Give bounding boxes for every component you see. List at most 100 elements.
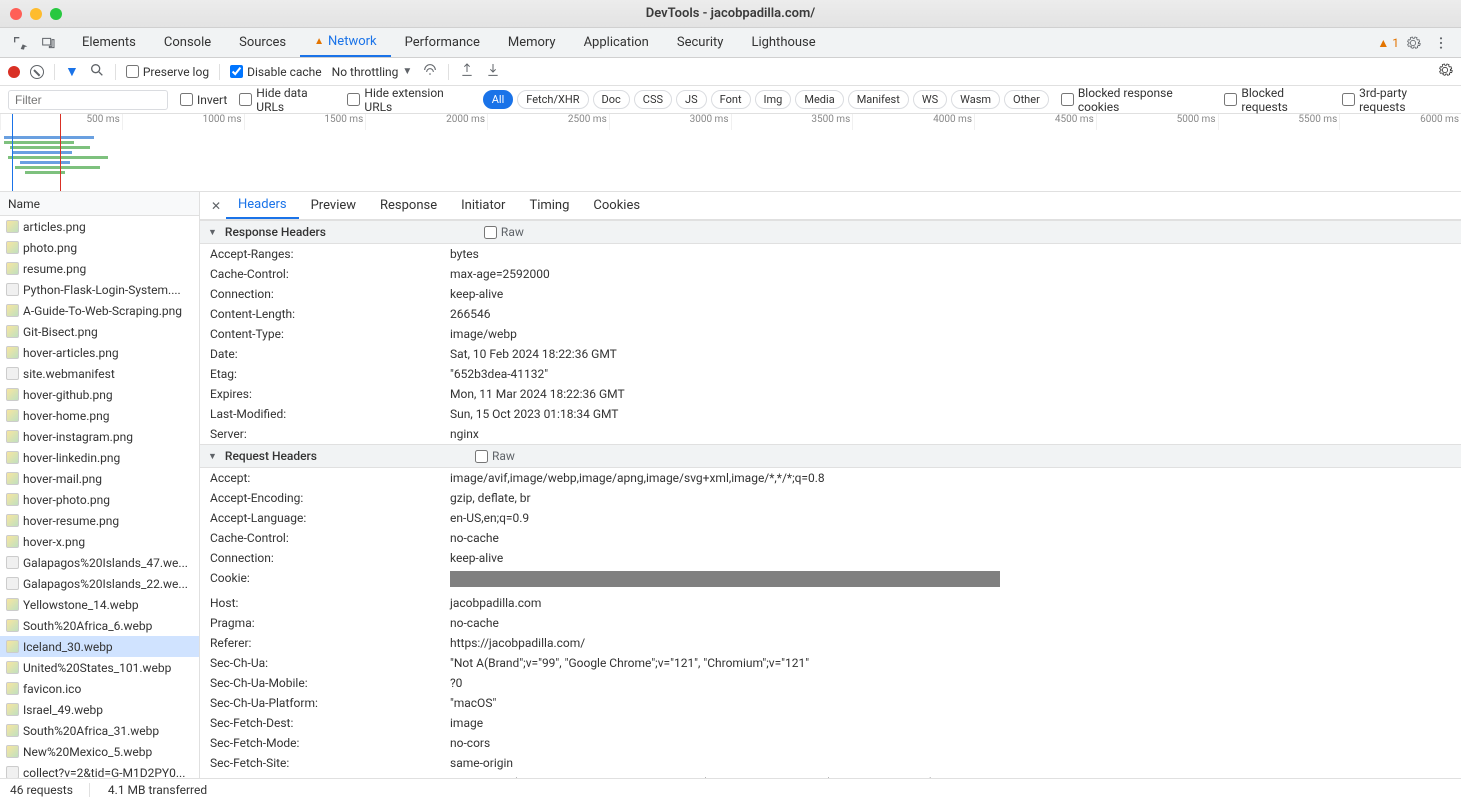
response-raw-checkbox[interactable]: Raw — [484, 225, 524, 239]
tab-performance[interactable]: Performance — [391, 28, 494, 57]
detail-tab-timing[interactable]: Timing — [517, 192, 581, 219]
more-icon[interactable] — [1427, 35, 1455, 51]
response-headers-section[interactable]: ▼ Response Headers Raw — [200, 220, 1461, 244]
request-row[interactable]: articles.png — [0, 216, 199, 237]
pill-fetch[interactable]: Fetch/XHR — [517, 90, 588, 109]
detail-tab-response[interactable]: Response — [368, 192, 449, 219]
pill-media[interactable]: Media — [795, 90, 843, 109]
tab-memory[interactable]: Memory — [494, 28, 570, 57]
tab-elements[interactable]: Elements — [68, 28, 150, 57]
hide-data-urls-checkbox[interactable]: Hide data URLs — [239, 86, 335, 114]
tab-lighthouse[interactable]: Lighthouse — [737, 28, 829, 57]
header-key: Pragma: — [200, 616, 450, 630]
request-row[interactable]: favicon.ico — [0, 678, 199, 699]
third-party-checkbox[interactable]: 3rd-party requests — [1342, 86, 1453, 114]
pill-wasm[interactable]: Wasm — [951, 90, 1000, 109]
header-value: Sun, 15 Oct 2023 01:18:34 GMT — [450, 407, 1461, 421]
request-row[interactable]: South%20Africa_31.webp — [0, 720, 199, 741]
throttling-select[interactable]: No throttling ▼ — [332, 65, 413, 79]
pill-ws[interactable]: WS — [913, 90, 947, 109]
request-row[interactable]: hover-photo.png — [0, 489, 199, 510]
tab-sources[interactable]: Sources — [225, 28, 300, 57]
request-headers-section[interactable]: ▼ Request Headers Raw — [200, 444, 1461, 468]
invert-checkbox[interactable]: Invert — [180, 93, 227, 107]
upload-har-icon[interactable] — [459, 62, 475, 81]
header-row: Last-Modified:Sun, 15 Oct 2023 01:18:34 … — [200, 404, 1461, 424]
preserve-log-checkbox[interactable]: Preserve log — [126, 65, 209, 79]
request-name: hover-articles.png — [23, 346, 119, 360]
download-har-icon[interactable] — [485, 62, 501, 81]
blocked-cookies-checkbox[interactable]: Blocked response cookies — [1061, 86, 1213, 114]
filter-input[interactable] — [8, 90, 168, 110]
request-name: hover-resume.png — [23, 514, 119, 528]
request-row[interactable]: resume.png — [0, 258, 199, 279]
pill-font[interactable]: Font — [711, 90, 751, 109]
request-row[interactable]: Iceland_30.webp — [0, 636, 199, 657]
request-row[interactable]: A-Guide-To-Web-Scraping.png — [0, 300, 199, 321]
device-toolbar-icon[interactable] — [34, 35, 62, 51]
request-row[interactable]: hover-home.png — [0, 405, 199, 426]
disable-cache-checkbox[interactable]: Disable cache — [230, 65, 322, 79]
network-settings-icon[interactable] — [1437, 62, 1453, 81]
tab-network[interactable]: Network — [300, 28, 391, 57]
request-row[interactable]: Galapagos%20Islands_47.we... — [0, 552, 199, 573]
pill-manifest[interactable]: Manifest — [848, 90, 909, 109]
name-column-header[interactable]: Name — [0, 192, 199, 216]
header-key: Expires: — [200, 387, 450, 401]
detail-tab-initiator[interactable]: Initiator — [449, 192, 517, 219]
request-row[interactable]: hover-x.png — [0, 531, 199, 552]
clear-icon[interactable] — [30, 65, 44, 79]
request-row[interactable]: Git-Bisect.png — [0, 321, 199, 342]
search-icon[interactable] — [89, 62, 105, 81]
network-overview[interactable]: 500 ms1000 ms1500 ms2000 ms2500 ms3000 m… — [0, 114, 1461, 192]
detail-content[interactable]: ▼ Response Headers Raw Accept-Ranges:byt… — [200, 220, 1461, 778]
pill-img[interactable]: Img — [755, 90, 792, 109]
inspect-element-icon[interactable] — [6, 35, 34, 51]
close-detail-icon[interactable]: ✕ — [206, 199, 226, 213]
warning-badge[interactable]: ▲ 1 — [1377, 36, 1399, 50]
request-row[interactable]: South%20Africa_6.webp — [0, 615, 199, 636]
request-row[interactable]: hover-instagram.png — [0, 426, 199, 447]
blocked-requests-checkbox[interactable]: Blocked requests — [1224, 86, 1330, 114]
request-row[interactable]: United%20States_101.webp — [0, 657, 199, 678]
request-row[interactable]: Yellowstone_14.webp — [0, 594, 199, 615]
request-name: South%20Africa_31.webp — [23, 724, 159, 738]
pill-other[interactable]: Other — [1004, 90, 1049, 109]
request-list[interactable]: articles.pngphoto.pngresume.pngPython-Fl… — [0, 216, 199, 778]
pill-css[interactable]: CSS — [634, 90, 672, 109]
request-row[interactable]: hover-github.png — [0, 384, 199, 405]
request-row[interactable]: Israel_49.webp — [0, 699, 199, 720]
detail-tab-cookies[interactable]: Cookies — [581, 192, 652, 219]
pill-doc[interactable]: Doc — [593, 90, 630, 109]
request-row[interactable]: Galapagos%20Islands_22.we... — [0, 573, 199, 594]
tab-security[interactable]: Security — [663, 28, 738, 57]
request-row[interactable]: hover-mail.png — [0, 468, 199, 489]
tab-console[interactable]: Console — [150, 28, 225, 57]
request-row[interactable]: hover-linkedin.png — [0, 447, 199, 468]
request-row[interactable]: site.webmanifest — [0, 363, 199, 384]
image-file-icon — [6, 745, 19, 758]
pill-all[interactable]: All — [483, 90, 514, 109]
network-conditions-icon[interactable] — [422, 62, 438, 81]
request-row[interactable]: Python-Flask-Login-System.... — [0, 279, 199, 300]
settings-icon[interactable] — [1399, 35, 1427, 51]
request-row[interactable]: photo.png — [0, 237, 199, 258]
timeline-tick: 5500 ms — [1218, 114, 1340, 130]
hide-extension-urls-checkbox[interactable]: Hide extension URLs — [347, 86, 470, 114]
record-icon[interactable] — [8, 66, 20, 78]
request-name: hover-home.png — [23, 409, 109, 423]
network-toolbar: ▼ Preserve log Disable cache No throttli… — [0, 58, 1461, 86]
request-row[interactable]: New%20Mexico_5.webp — [0, 741, 199, 762]
detail-tab-preview[interactable]: Preview — [299, 192, 368, 219]
request-raw-checkbox[interactable]: Raw — [475, 449, 515, 463]
request-row[interactable]: collect?v=2&tid=G-M1D2PY0... — [0, 762, 199, 778]
timeline-tick: 3000 ms — [609, 114, 731, 130]
filter-toggle-icon[interactable]: ▼ — [65, 63, 79, 80]
pill-js[interactable]: JS — [676, 90, 707, 109]
timeline-tick: 5000 ms — [1096, 114, 1218, 130]
tab-application[interactable]: Application — [570, 28, 663, 57]
request-row[interactable]: hover-articles.png — [0, 342, 199, 363]
request-row[interactable]: hover-resume.png — [0, 510, 199, 531]
detail-tab-headers[interactable]: Headers — [226, 192, 299, 219]
image-file-icon — [6, 430, 19, 443]
